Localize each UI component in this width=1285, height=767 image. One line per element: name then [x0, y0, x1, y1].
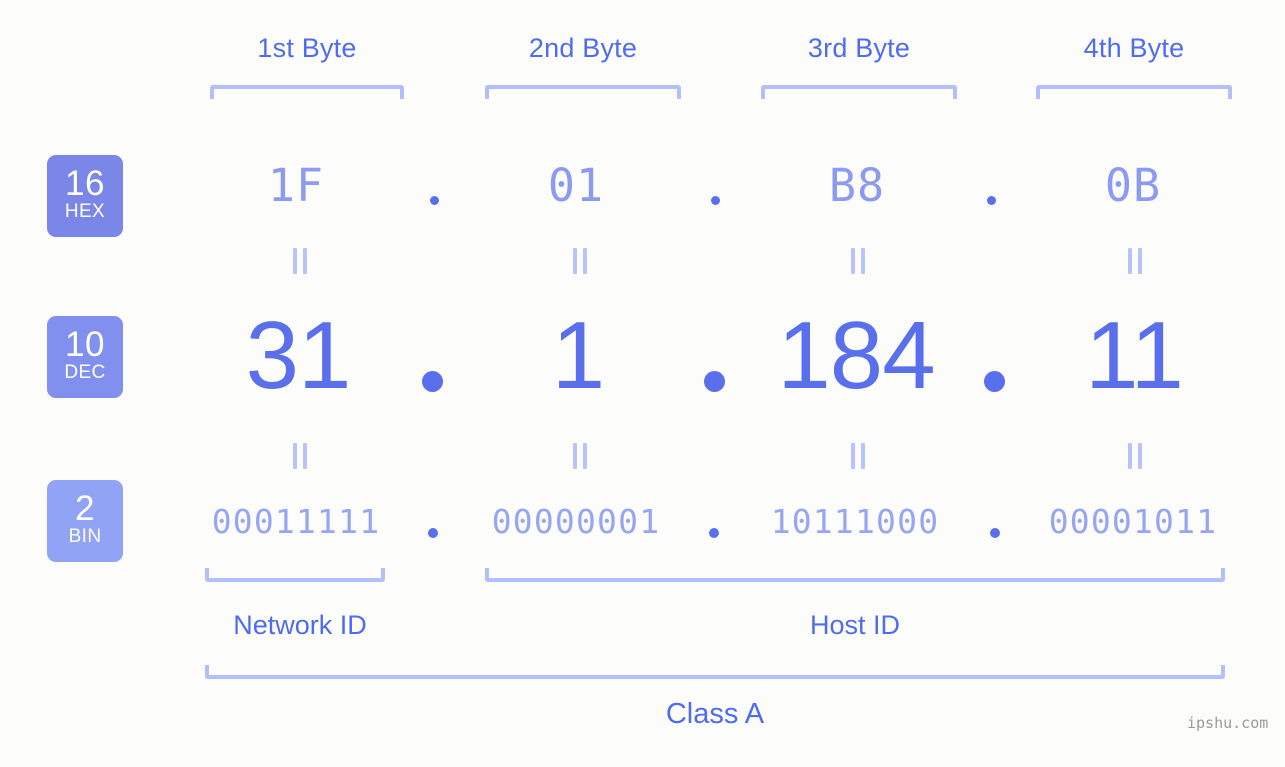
dec-byte-4: 11 [1085, 302, 1184, 409]
dec-byte-1: 31 [245, 302, 352, 409]
watermark: ipshu.com [1187, 714, 1269, 732]
bin-byte-2: 00000001 [491, 502, 661, 541]
host-id-label: Host ID [809, 610, 901, 640]
base-badge-hex-caption: HEX [64, 201, 106, 222]
equality-mark-hex-dec-3 [851, 248, 865, 274]
byte-header-2: 2nd Byte [528, 33, 638, 63]
bin-separator-3 [990, 528, 1000, 538]
network-id-bracket [205, 568, 385, 582]
equality-mark-dec-bin-1 [293, 443, 307, 469]
dec-separator-2 [704, 371, 725, 392]
equality-mark-dec-bin-4 [1128, 443, 1142, 469]
bin-byte-3: 10111000 [770, 502, 940, 541]
base-badge-dec-caption: DEC [64, 362, 106, 383]
byte-bracket-1 [210, 85, 404, 99]
dec-byte-2: 1 [551, 302, 605, 409]
network-id-label: Network ID [233, 610, 367, 640]
class-label: Class A [665, 698, 765, 730]
equality-mark-hex-dec-1 [293, 248, 307, 274]
bin-byte-1: 00011111 [211, 502, 381, 541]
byte-header-4: 4th Byte [1083, 33, 1185, 63]
byte-bracket-3 [761, 85, 957, 99]
hex-separator-2 [711, 196, 720, 205]
base-badge-hex: 16 HEX [47, 155, 123, 237]
hex-byte-2: 01 [547, 159, 605, 212]
equality-mark-hex-dec-4 [1128, 248, 1142, 274]
base-badge-bin-caption: BIN [68, 526, 102, 547]
bin-byte-4: 00001011 [1048, 502, 1218, 541]
base-badge-dec: 10 DEC [47, 316, 123, 398]
hex-separator-1 [430, 196, 439, 205]
byte-bracket-2 [485, 85, 681, 99]
byte-bracket-4 [1036, 85, 1232, 99]
host-id-bracket [485, 568, 1225, 582]
byte-header-3: 3rd Byte [807, 33, 911, 63]
diagram-canvas: 1st Byte 2nd Byte 3rd Byte 4th Byte 16 H… [0, 0, 1285, 767]
byte-header-1: 1st Byte [257, 33, 357, 63]
equality-mark-dec-bin-2 [573, 443, 587, 469]
dec-separator-1 [422, 371, 443, 392]
hex-byte-1: 1F [267, 159, 325, 212]
dec-separator-3 [984, 371, 1005, 392]
equality-mark-dec-bin-3 [851, 443, 865, 469]
hex-byte-4: 0B [1104, 159, 1162, 212]
equality-mark-hex-dec-2 [573, 248, 587, 274]
base-badge-hex-number: 16 [65, 164, 105, 203]
dec-byte-3: 184 [777, 302, 935, 409]
bin-separator-1 [428, 528, 438, 538]
hex-byte-3: B8 [828, 159, 886, 212]
class-bracket [205, 665, 1225, 679]
hex-separator-3 [987, 196, 996, 205]
base-badge-dec-number: 10 [65, 325, 105, 364]
base-badge-bin-number: 2 [75, 489, 95, 528]
bin-separator-2 [709, 528, 719, 538]
base-badge-bin: 2 BIN [47, 480, 123, 562]
